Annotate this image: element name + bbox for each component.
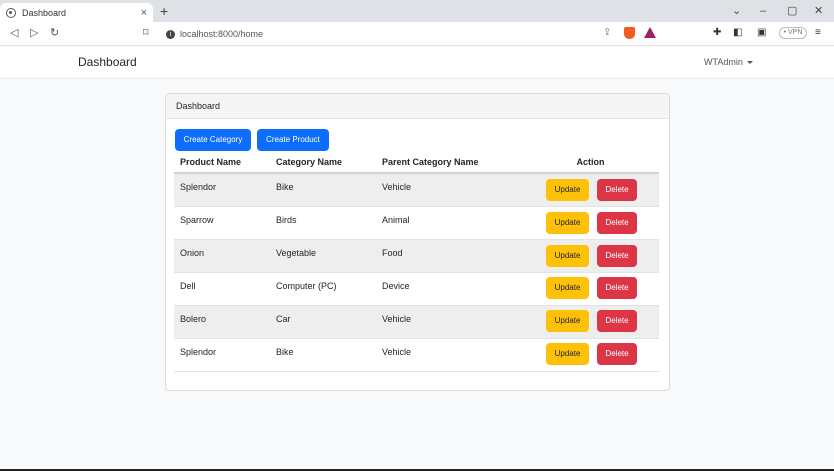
extensions-icon[interactable]: ✚ — [713, 27, 721, 39]
vpn-button[interactable]: • VPN — [779, 27, 807, 39]
cell-parent: Device — [376, 272, 522, 306]
url-text: localhost:8000/home — [180, 29, 264, 39]
user-name: WTAdmin — [704, 57, 743, 67]
share-icon[interactable]: ⇪ — [603, 27, 611, 39]
update-button[interactable]: Update — [546, 212, 589, 234]
update-button[interactable]: Update — [546, 343, 589, 365]
sidebar-icon[interactable]: ◧ — [733, 27, 742, 39]
cell-parent: Vehicle — [376, 338, 522, 372]
tab-title: Dashboard — [22, 7, 67, 18]
navbar-brand[interactable]: Dashboard — [78, 55, 137, 69]
address-bar[interactable]: i localhost:8000/home — [160, 25, 660, 43]
close-window-icon[interactable]: ✕ — [814, 3, 823, 19]
cell-product: Splendor — [174, 173, 270, 207]
cell-product: Bolero — [174, 305, 270, 339]
delete-button[interactable]: Delete — [597, 343, 637, 365]
cell-product: Onion — [174, 239, 270, 273]
brave-shield-icon[interactable] — [624, 27, 635, 39]
delete-button[interactable]: Delete — [597, 245, 637, 267]
wallet-icon[interactable]: ▣ — [757, 27, 766, 39]
cell-product: Sparrow — [174, 206, 270, 240]
app-navbar: Dashboard WTAdmin — [0, 47, 834, 79]
cell-actions — [522, 338, 659, 372]
cell-parent: Food — [376, 239, 522, 273]
browser-window: Dashboard × + ⌄ – ▢ ✕ ◁ ▷ ↻ ⌑ i localhos… — [0, 0, 834, 471]
create-product-button[interactable]: Create Product — [257, 129, 329, 151]
cell-category: Bike — [270, 338, 376, 372]
restore-icon[interactable]: ▢ — [787, 3, 797, 19]
cell-parent: Animal — [376, 206, 522, 240]
delete-button[interactable]: Delete — [597, 277, 637, 299]
minimize-icon[interactable]: – — [760, 3, 766, 19]
tab-search-icon[interactable]: ⌄ — [732, 3, 741, 19]
cell-product: Splendor — [174, 338, 270, 372]
forward-icon[interactable]: ▷ — [30, 26, 38, 40]
cell-actions — [522, 272, 659, 306]
browser-toolbar: ◁ ▷ ↻ ⌑ i localhost:8000/home ⇪ ✚ ◧ ▣ • … — [0, 22, 834, 46]
cell-parent: Vehicle — [376, 173, 522, 207]
reload-icon[interactable]: ↻ — [50, 26, 59, 40]
cell-category: Birds — [270, 206, 376, 240]
update-button[interactable]: Update — [546, 245, 589, 267]
create-category-button[interactable]: Create Category — [175, 129, 251, 151]
tab-close-icon[interactable]: × — [141, 7, 147, 19]
bookmark-icon[interactable]: ⌑ — [143, 26, 149, 40]
col-action: Action — [522, 152, 659, 174]
table-header-row: Product Name Category Name Parent Catego… — [174, 152, 659, 174]
caret-down-icon — [746, 61, 753, 65]
info-icon[interactable]: i — [166, 29, 175, 39]
back-icon[interactable]: ◁ — [10, 26, 18, 40]
cell-product: Dell — [174, 272, 270, 306]
user-dropdown[interactable]: WTAdmin — [704, 57, 753, 67]
cell-actions — [522, 173, 659, 207]
tab-strip: Dashboard × + ⌄ – ▢ ✕ — [0, 0, 834, 22]
update-button[interactable]: Update — [546, 310, 589, 332]
delete-button[interactable]: Delete — [597, 310, 637, 332]
new-tab-icon[interactable]: + — [160, 3, 168, 19]
update-button[interactable]: Update — [546, 179, 589, 201]
menu-icon[interactable]: ≡ — [815, 27, 821, 39]
col-parent-category: Parent Category Name — [376, 152, 522, 174]
cell-category: Bike — [270, 173, 376, 207]
col-category-name: Category Name — [270, 152, 376, 174]
globe-icon — [6, 7, 16, 18]
cell-actions — [522, 239, 659, 273]
card-header: Dashboard — [166, 94, 669, 119]
cell-category: Computer (PC) — [270, 272, 376, 306]
browser-tab[interactable]: Dashboard × — [0, 3, 153, 22]
update-button[interactable]: Update — [546, 277, 589, 299]
brave-rewards-icon[interactable] — [644, 27, 656, 38]
delete-button[interactable]: Delete — [597, 212, 637, 234]
cell-category: Car — [270, 305, 376, 339]
cell-actions — [522, 206, 659, 240]
delete-button[interactable]: Delete — [597, 179, 637, 201]
cell-parent: Vehicle — [376, 305, 522, 339]
cell-category: Vegetable — [270, 239, 376, 273]
col-product-name: Product Name — [174, 152, 270, 174]
cell-actions — [522, 305, 659, 339]
